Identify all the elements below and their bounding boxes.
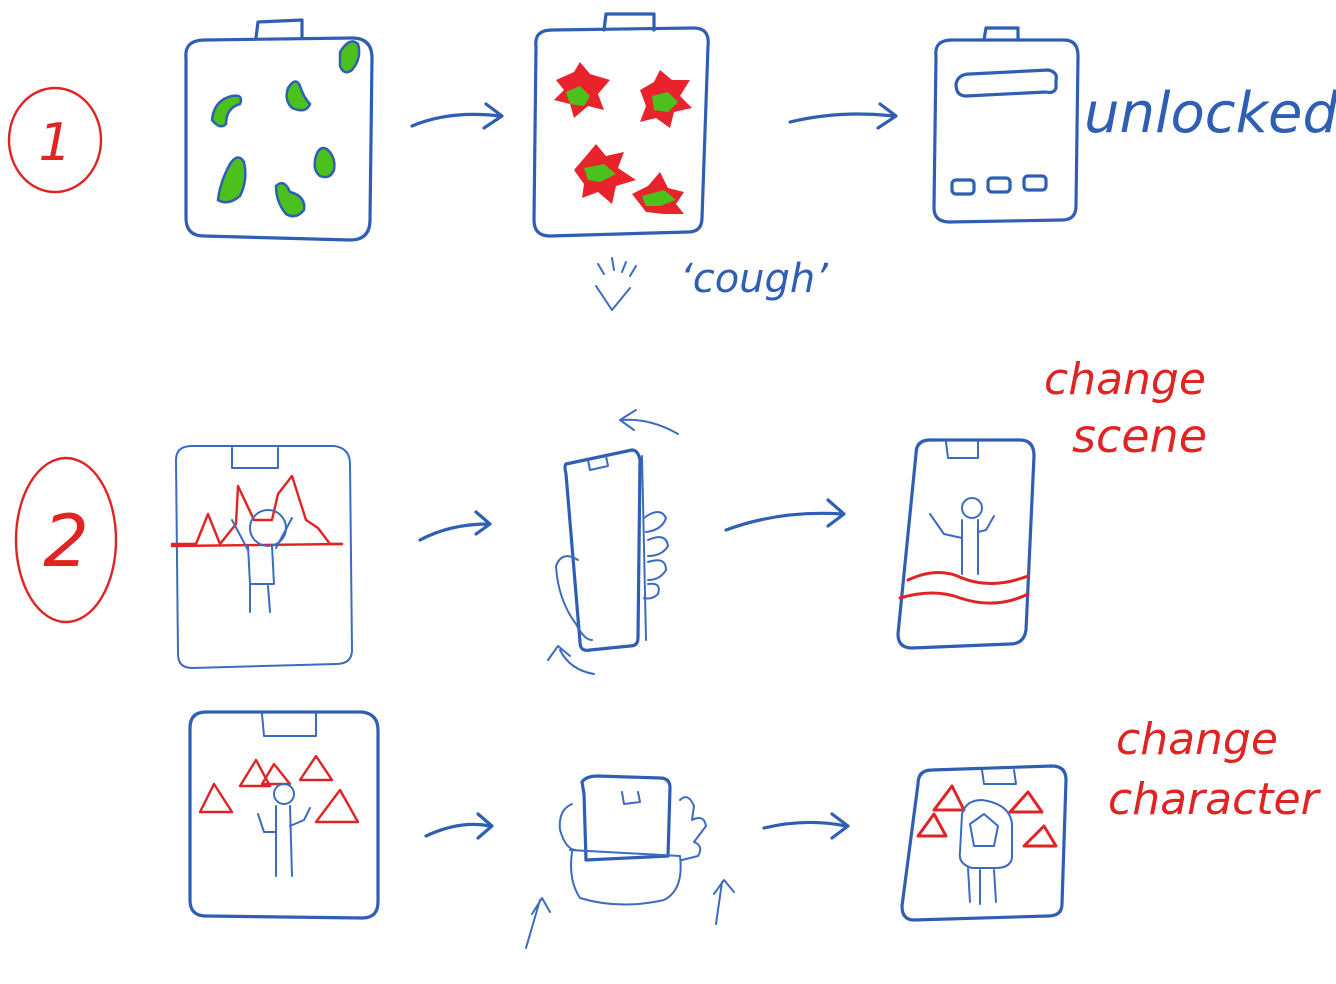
phone-with-germs — [184, 18, 374, 242]
phone-new-character — [900, 764, 1068, 922]
change-character-caption-line1: change — [1116, 714, 1278, 765]
germ — [285, 80, 312, 112]
crowd-group — [170, 474, 344, 548]
phone-new-scene — [896, 438, 1036, 650]
crowd-group — [198, 754, 360, 824]
unlocked-label: unlocked! — [1084, 81, 1336, 146]
waves — [898, 571, 1030, 605]
cough-icon — [595, 257, 637, 311]
change-scene-caption-line2: scene — [1072, 409, 1207, 463]
splat — [554, 62, 610, 118]
stick-figure — [929, 497, 995, 575]
app-icon — [1022, 174, 1048, 192]
app-icon — [986, 176, 1012, 194]
step-1-number: 1 — [38, 113, 71, 173]
rotate-arrow-top — [619, 409, 679, 435]
stick-figure — [231, 509, 293, 613]
arrow-right — [724, 498, 846, 532]
arrow-right — [410, 102, 504, 130]
notification-bar — [954, 68, 1058, 98]
phone-flip-gesture — [525, 774, 735, 949]
phone-crowd-scene-2 — [188, 710, 380, 920]
splat — [640, 70, 692, 128]
germ — [274, 181, 306, 218]
germ — [210, 94, 243, 128]
cough-label: ‘cough’ — [680, 256, 829, 302]
hand — [643, 511, 669, 600]
germ — [313, 146, 336, 179]
phone-rotation-gesture — [547, 409, 679, 675]
up-arrow-left — [525, 897, 551, 949]
stick-figure — [257, 783, 311, 877]
change-character-caption-line2: character — [1108, 774, 1322, 825]
arrow-right — [788, 102, 898, 130]
sketch-canvas: 1 unlocked! ‘cough’ 2 change scene chang… — [7, 12, 1336, 949]
step-1-marker: 1 — [7, 86, 103, 194]
up-arrow-right — [713, 879, 735, 925]
splat — [574, 144, 636, 204]
new-character — [958, 799, 1013, 905]
phone-with-splats — [532, 12, 710, 238]
germs-group — [210, 40, 361, 218]
arrow-right — [424, 812, 494, 840]
step-2-number: 2 — [43, 499, 89, 583]
app-icon — [950, 178, 976, 196]
germ — [338, 40, 361, 74]
germ — [216, 156, 247, 204]
arrow-right — [762, 812, 850, 840]
arrow-right — [418, 510, 492, 542]
phone-crowd-scene — [170, 445, 353, 669]
phone-unlocked — [932, 26, 1080, 224]
splat — [632, 172, 684, 214]
change-scene-caption-line1: change — [1044, 354, 1206, 405]
step-2-marker: 2 — [14, 456, 118, 624]
splats-group — [554, 62, 692, 214]
